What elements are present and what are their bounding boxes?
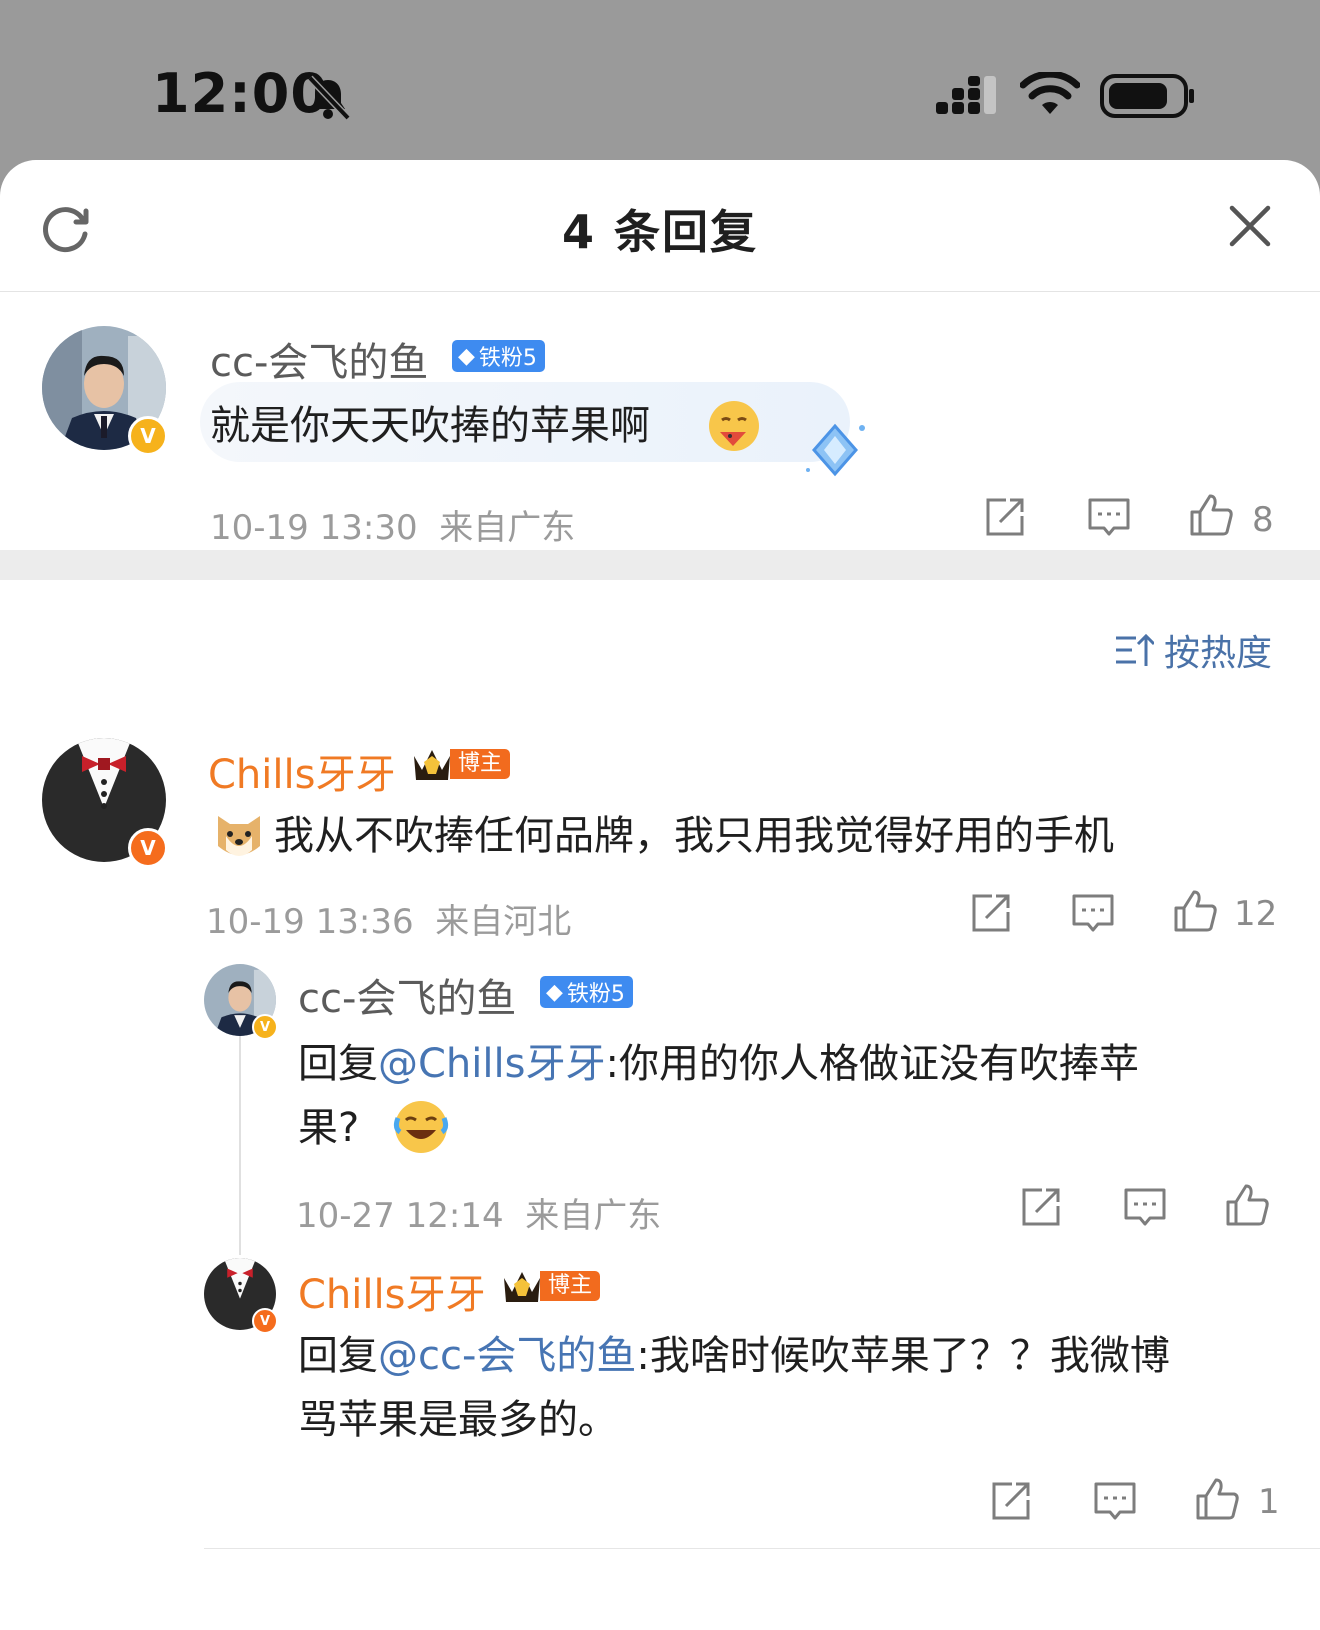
comment-meta: 10-19 13:36 来自河北 [206, 894, 571, 943]
like-count: 12 [1234, 894, 1278, 934]
yummy-emoji-icon [709, 401, 759, 451]
diamond-icon: ◆ [458, 343, 475, 369]
sort-icon [1116, 633, 1154, 666]
crown-icon [414, 750, 450, 780]
comment-location: 来自河北 [435, 902, 572, 942]
like-count: 8 [1252, 500, 1274, 540]
verified-badge-icon: V [252, 1308, 278, 1334]
mention-link[interactable]: @cc-会飞的鱼 [378, 1333, 636, 1379]
comment-icon[interactable] [1070, 890, 1116, 936]
comment-icon[interactable] [1122, 1184, 1168, 1230]
like-icon[interactable] [1172, 888, 1218, 934]
verified-badge-icon: V [128, 828, 168, 868]
reply-text-line: :你用的你人格做证没有吹捧苹 [605, 1041, 1139, 1087]
comment-time: 10-19 13:36 [206, 902, 414, 942]
reply-text: 回复@cc-会飞的鱼:我啥时候吹苹果了？？我微博 骂苹果是最多的。 [298, 1324, 1278, 1452]
like-icon[interactable] [1194, 1476, 1240, 1522]
comment-time: 10-19 13:30 [210, 508, 418, 548]
section-divider [0, 550, 1320, 580]
thread-connector [239, 1005, 241, 1255]
share-icon[interactable] [982, 494, 1028, 540]
like-count: 1 [1258, 1482, 1280, 1522]
reply-text-line: :我啥时候吹苹果了？？我微博 [636, 1333, 1170, 1379]
crown-icon [504, 1272, 540, 1302]
blogger-badge: 博主 [502, 1268, 601, 1304]
blogger-badge: 博主 [412, 746, 511, 782]
like-icon[interactable] [1224, 1182, 1270, 1228]
sort-button[interactable]: 按热度 [1114, 624, 1272, 676]
verified-badge-icon: V [128, 416, 168, 456]
comment-username[interactable]: Chills牙牙 [208, 742, 395, 800]
reply-text-line: 骂苹果是最多的。 [298, 1397, 618, 1443]
doge-emoji-icon [218, 816, 260, 856]
close-icon[interactable] [1226, 202, 1274, 250]
blogger-badge-label: 博主 [540, 1271, 601, 1301]
wifi-icon [1020, 72, 1080, 114]
fan-level-badge: ◆ 铁粉5 [452, 340, 545, 372]
comment-location: 来自广东 [439, 508, 576, 548]
reply-username[interactable]: cc-会飞的鱼 [298, 966, 516, 1024]
reply-location: 来自广东 [525, 1196, 662, 1236]
fan-badge-label: 铁粉5 [478, 346, 537, 371]
laugh-cry-emoji-icon [393, 1101, 449, 1153]
bell-off-icon [307, 75, 351, 121]
mention-link[interactable]: @Chills牙牙 [378, 1041, 605, 1087]
sort-label: 按热度 [1164, 633, 1273, 674]
fan-badge-label: 铁粉5 [566, 982, 625, 1007]
sheet-title: 4 条回复 [561, 205, 759, 259]
diamond-icon: ◆ [546, 979, 563, 1005]
reply-text-line: 果? [298, 1105, 360, 1151]
share-icon[interactable] [1018, 1184, 1064, 1230]
reply-meta: 10-27 12:14 来自广东 [296, 1188, 661, 1237]
comment-meta: 10-19 13:30 来自广东 [210, 500, 575, 549]
comment-username[interactable]: cc-会飞的鱼 [210, 330, 428, 388]
comment-text: 就是你天天吹捧的苹果啊 [210, 403, 650, 449]
reply-username[interactable]: Chills牙牙 [298, 1262, 485, 1320]
reply-time: 10-27 12:14 [296, 1196, 504, 1236]
blogger-badge-label: 博主 [450, 749, 511, 779]
verified-badge-icon: V [252, 1014, 278, 1040]
diamond-decoration-icon [806, 423, 865, 477]
comment-icon[interactable] [1086, 494, 1132, 540]
comment-text: 我从不吹捧任何品牌，我只用我觉得好用的手机 [274, 813, 1114, 859]
bottom-divider [204, 1548, 1320, 1549]
like-icon[interactable] [1188, 492, 1234, 538]
reply-prefix: 回复 [298, 1041, 378, 1087]
share-icon[interactable] [988, 1478, 1034, 1524]
signal-icon [936, 76, 996, 114]
reply-prefix: 回复 [298, 1333, 378, 1379]
battery-icon [1100, 74, 1194, 118]
share-icon[interactable] [968, 890, 1014, 936]
comment-icon[interactable] [1092, 1478, 1138, 1524]
fan-level-badge: ◆ 铁粉5 [540, 976, 633, 1008]
